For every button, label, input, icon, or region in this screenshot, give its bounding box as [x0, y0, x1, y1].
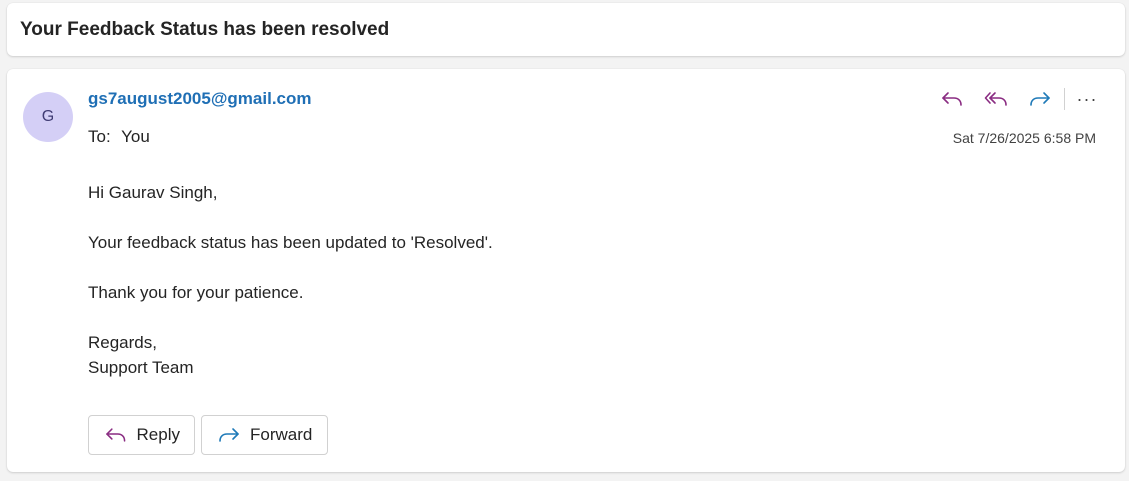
sender-email[interactable]: gs7august2005@gmail.com: [88, 89, 312, 109]
message-timestamp: Sat 7/26/2025 6:58 PM: [952, 130, 1096, 146]
body-greeting: Hi Gaurav Singh,: [88, 183, 218, 202]
reply-all-action-button[interactable]: [974, 85, 1018, 113]
reply-icon: [106, 428, 126, 442]
body-signature: Support Team: [88, 358, 194, 377]
reply-button[interactable]: Reply: [88, 415, 195, 455]
reply-icon: [942, 92, 962, 106]
reply-action-button[interactable]: [930, 85, 974, 113]
sender-avatar[interactable]: G: [23, 92, 73, 142]
more-actions-button[interactable]: ···: [1073, 85, 1101, 113]
body-line-thanks: Thank you for your patience.: [88, 283, 304, 302]
email-subject: Your Feedback Status has been resolved: [20, 18, 390, 40]
forward-button-label: Forward: [250, 425, 313, 444]
forward-button[interactable]: Forward: [201, 415, 328, 455]
reply-forward-row: Reply Forward: [88, 415, 328, 455]
message-card: G gs7august2005@gmail.com To: You ··· Sa…: [7, 69, 1125, 472]
message-body: Hi Gaurav Singh, Your feedback status ha…: [88, 180, 493, 380]
more-icon: ···: [1076, 88, 1098, 109]
subject-bar: Your Feedback Status has been resolved: [7, 3, 1125, 56]
forward-icon: [1030, 92, 1050, 106]
forward-action-button[interactable]: [1018, 85, 1062, 113]
reply-button-label: Reply: [136, 425, 180, 444]
toolbar-divider: [1064, 88, 1065, 110]
reply-all-icon: [984, 92, 1007, 106]
to-label: To:: [88, 127, 111, 146]
message-actions: ···: [930, 85, 1101, 113]
recipient-name[interactable]: You: [121, 127, 150, 146]
body-closing: Regards,: [88, 333, 157, 352]
recipient-line: To: You: [88, 127, 150, 147]
forward-icon: [219, 428, 239, 442]
body-line-status: Your feedback status has been updated to…: [88, 233, 493, 252]
